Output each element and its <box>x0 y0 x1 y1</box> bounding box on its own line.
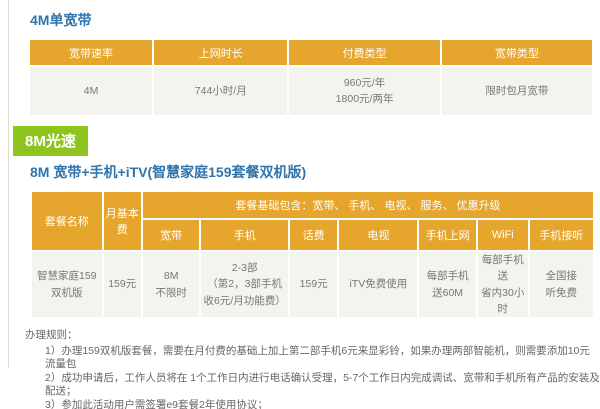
col-header-broadband: 宽带 <box>140 218 202 252</box>
table-4m-header-row: 宽带速率 上网时长 付费类型 宽带类型 <box>27 38 595 67</box>
col-header-wifi: WiFi <box>475 218 530 252</box>
col-header-package-name: 套餐名称 <box>30 190 104 252</box>
package-name-line2: 双机版 <box>51 286 83 299</box>
cell-payment: 960元/年 1800元/两年 <box>287 65 442 117</box>
col-header-answering: 手机接听 <box>527 218 596 252</box>
rule-item-2: 2）成功申请后，工作人员将在 1个工作日内进行电话确认受理，5-7个工作日内完成… <box>45 371 600 398</box>
col-header-monthly-fee: 月基本费 <box>101 190 143 252</box>
table-4m-data-row: 4M 744小时/月 960元/年 1800元/两年 限时包月宽带 <box>27 65 595 117</box>
cell-mobile-data: 每部手机 送60M <box>417 249 478 320</box>
cell-monthly-fee: 159元 <box>101 249 143 320</box>
col-header-payment: 付费类型 <box>287 38 442 67</box>
mobile-data-line1: 每部手机 <box>426 270 469 283</box>
mobile-line1: 2-3部 <box>231 262 258 275</box>
col-header-speed: 宽带速率 <box>27 38 155 67</box>
col-header-call-fee: 话费 <box>287 218 340 252</box>
table-8m-group-header-row: 套餐名称 月基本费 套餐基础包含：宽带、 手机、 电视、 服务、 优惠升级 <box>30 190 596 252</box>
answering-line2: 听免费 <box>545 286 578 299</box>
answering-line1: 全国接 <box>545 270 578 283</box>
page-content: 4M单宽带 宽带速率 上网时长 付费类型 宽带类型 4M 744小时/月 960… <box>0 0 600 409</box>
col-header-duration: 上网时长 <box>152 38 290 67</box>
cell-mobile: 2-3部 （第2，3部手机 收6元/月功能费） <box>199 249 290 320</box>
wifi-line2: 省内30小时 <box>481 286 525 315</box>
rules-title: 办理规则： <box>25 329 78 342</box>
col-header-mobile-data: 手机上网 <box>417 218 478 252</box>
cell-call-fee: 159元 <box>287 249 340 320</box>
rule-item-1: 1）办理159双机版套餐，需要在月付费的基础上加上第二部手机6元来显彩铃，如果办… <box>45 344 590 371</box>
table-8m-data-row: 智慧家庭159 双机版 159元 8M 不限时 2-3部 （第2，3部手机 收6… <box>30 249 596 320</box>
table-8m-package: 套餐名称 月基本费 套餐基础包含：宽带、 手机、 电视、 服务、 优惠升级 宽带… <box>30 190 596 320</box>
broadband-unlimited: 不限时 <box>155 286 187 299</box>
cell-speed: 4M <box>27 65 155 117</box>
rule-item-3: 3）参加此活动用户需签署e9套餐2年使用协议； <box>45 398 268 409</box>
payment-biyearly: 1800元/两年 <box>335 93 394 105</box>
wifi-line1: 每部手机送 <box>481 254 524 283</box>
cell-wifi: 每部手机送 省内30小时 <box>475 249 530 320</box>
broadband-speed: 8M <box>163 270 179 283</box>
cell-answering: 全国接 听免费 <box>527 249 596 320</box>
cell-broadband: 8M 不限时 <box>140 249 202 320</box>
pricing-page: 4M单宽带 宽带速率 上网时长 付费类型 宽带类型 4M 744小时/月 960… <box>0 0 600 409</box>
mobile-line3: 收6元/月功能费） <box>203 294 286 307</box>
section-title-4m: 4M单宽带 <box>30 12 92 28</box>
cell-package-name: 智慧家庭159 双机版 <box>30 249 104 320</box>
cell-duration: 744小时/月 <box>152 65 290 117</box>
group-header-package-includes: 套餐基础包含：宽带、 手机、 电视、 服务、 优惠升级 <box>140 190 596 220</box>
table-4m-broadband: 宽带速率 上网时长 付费类型 宽带类型 4M 744小时/月 960元/年 18… <box>27 38 595 117</box>
col-header-mobile: 手机 <box>199 218 290 252</box>
cell-tv: iTV免费使用 <box>337 249 420 320</box>
package-name-line1: 智慧家庭159 <box>36 270 97 283</box>
badge-8m: 8M光速 <box>13 126 88 156</box>
col-header-tv: 电视 <box>337 218 420 252</box>
mobile-data-line2: 送60M <box>432 286 464 299</box>
mobile-line2: （第2，3部手机 <box>207 278 282 291</box>
col-header-type: 宽带类型 <box>439 38 595 67</box>
cell-broadband-type: 限时包月宽带 <box>439 65 595 117</box>
payment-yearly: 960元/年 <box>343 76 386 89</box>
rules-section: 办理规则： 1）办理159双机版套餐，需要在月付费的基础上加上第二部手机6元来显… <box>25 329 600 409</box>
section-title-8m: 8M 宽带+手机+iTV(智慧家庭159套餐双机版) <box>30 164 307 180</box>
